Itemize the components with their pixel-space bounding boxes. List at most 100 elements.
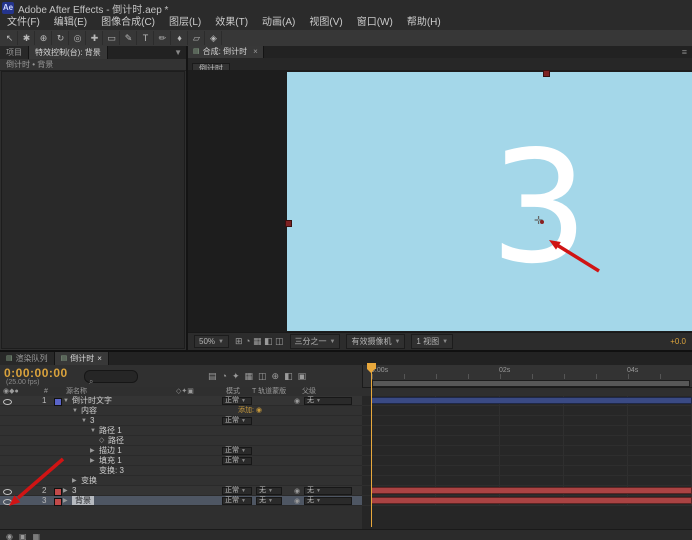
layer-duration-bar[interactable] (371, 497, 692, 504)
blend-mode-dropdown[interactable]: 正常 ▼ (222, 397, 252, 405)
pick-whip-icon[interactable]: ◉ (294, 497, 300, 505)
layer-row-3[interactable]: 3 ▶ 背景 正常 ▼ 无 ▼ ◉ 无 ▼ (0, 496, 692, 506)
property-name[interactable]: 内容 (81, 406, 97, 416)
property-row-6[interactable]: ▶ 填充 1 正常 ▼ (0, 456, 692, 466)
property-row-3[interactable]: ▼ 路径 1 (0, 426, 692, 436)
zoom-dropdown[interactable]: 50% ▼ (194, 335, 229, 348)
column-header-4[interactable]: 模式 (226, 387, 240, 396)
visibility-eye-icon[interactable] (3, 489, 12, 495)
pick-whip-icon[interactable]: ◉ (294, 397, 300, 405)
comp-view-icon-2[interactable]: ▦ (253, 336, 264, 346)
property-row-7[interactable]: 变换: 3 (0, 466, 692, 476)
comp-view-icon-0[interactable]: ⊞ (235, 336, 245, 346)
parent-dropdown[interactable]: 无 ▼ (304, 397, 352, 405)
menu-item-1[interactable]: 编辑(E) (47, 16, 94, 30)
property-row-8[interactable]: ▶ 变换 (0, 476, 692, 486)
zoom-tool-icon[interactable]: ⊕ (36, 31, 52, 45)
eraser-tool-icon[interactable]: ▱ (189, 31, 205, 45)
twirl-icon[interactable]: ▼ (90, 426, 96, 436)
visibility-eye-icon[interactable] (3, 499, 12, 505)
property-name[interactable]: 变换 (81, 476, 97, 486)
twirl-icon[interactable]: ▼ (63, 396, 69, 406)
menu-item-8[interactable]: 帮助(H) (400, 16, 448, 30)
property-row-4[interactable]: ◇ 路径 (0, 436, 692, 446)
menu-item-5[interactable]: 动画(A) (255, 16, 302, 30)
close-icon[interactable]: × (253, 46, 258, 58)
property-name[interactable]: 路径 (108, 436, 124, 446)
layer-handle-top[interactable] (543, 70, 550, 77)
current-timecode[interactable]: 0:00:00:00 (4, 366, 68, 380)
stopwatch-icon[interactable]: ◇ (99, 436, 104, 446)
timeline-toggle-icon-1[interactable]: ▣ (19, 532, 27, 540)
track-area[interactable] (362, 486, 692, 496)
track-area[interactable] (362, 466, 692, 476)
column-header-1[interactable]: # (44, 387, 48, 396)
pick-whip-icon[interactable]: ◉ (294, 487, 300, 495)
comp-view-icon-3[interactable]: ◧ (264, 336, 275, 346)
layer-color-swatch[interactable] (54, 398, 62, 406)
column-header-3[interactable]: ◇✦▣ (176, 387, 194, 396)
menu-item-3[interactable]: 图层(L) (162, 16, 208, 30)
property-row-5[interactable]: ▶ 描边 1 正常 ▼ (0, 446, 692, 456)
layer-color-swatch[interactable] (54, 498, 62, 506)
blend-mode-dropdown[interactable]: 正常 ▼ (222, 417, 252, 425)
property-row-1[interactable]: ▼ 内容 添加: ◉ (0, 406, 692, 416)
clone-stamp-tool-icon[interactable]: ♦ (172, 31, 188, 45)
pan-behind-tool-icon[interactable]: ✚ (87, 31, 103, 45)
twirl-icon[interactable]: ▶ (90, 456, 95, 466)
menu-item-6[interactable]: 视图(V) (302, 16, 349, 30)
property-name[interactable]: 变换: 3 (99, 466, 124, 476)
column-header-6[interactable]: 父级 (302, 387, 316, 396)
blend-mode-dropdown[interactable]: 正常 ▼ (222, 497, 252, 505)
selection-tool-icon[interactable]: ↖ (2, 31, 18, 45)
blend-mode-dropdown[interactable]: 正常 ▼ (222, 487, 252, 495)
layer-row-1[interactable]: 1 ▼ 倒计时文字 正常 ▼ ◉ 无 ▼ (0, 396, 692, 406)
twirl-icon[interactable]: ▶ (90, 446, 95, 456)
resolution-dropdown[interactable]: 三分之一 ▼ (289, 334, 341, 349)
view-layout-dropdown[interactable]: 1 视图 ▼ (411, 334, 454, 349)
tab-effect-controls[interactable]: 特效控制(台): 背景 (29, 46, 108, 59)
layer-row-2[interactable]: 2 ▶ 3 正常 ▼ 无 ▼ ◉ 无 ▼ (0, 486, 692, 496)
tab-project[interactable]: 项目 (0, 46, 29, 59)
comp-view-icon-1[interactable]: ◔ (245, 336, 253, 346)
mask-shape-tool-icon[interactable]: ▭ (104, 31, 120, 45)
track-area[interactable] (362, 476, 692, 486)
twirl-icon[interactable]: ▶ (63, 496, 68, 506)
timeline-option-icon-7[interactable]: ▣ (298, 370, 307, 382)
menu-item-0[interactable]: 文件(F) (0, 16, 47, 30)
twirl-icon[interactable]: ▼ (72, 406, 78, 416)
menu-item-4[interactable]: 效果(T) (208, 16, 255, 30)
layer-name[interactable]: 背景 (72, 496, 94, 505)
parent-dropdown[interactable]: 无 ▼ (304, 487, 352, 495)
timeline-toggle-icon-2[interactable]: ▦ (33, 532, 41, 540)
column-header-5[interactable]: T 轨道蒙版 (252, 387, 286, 396)
text-tool-icon[interactable]: T (138, 31, 154, 45)
add-shape-menu[interactable]: 添加: ◉ (238, 406, 262, 416)
blend-mode-dropdown[interactable]: 正常 ▼ (222, 457, 252, 465)
brush-tool-icon[interactable]: ✏ (155, 31, 171, 45)
property-name[interactable]: 路径 1 (99, 426, 122, 436)
trkmat-dropdown[interactable]: 无 ▼ (256, 497, 282, 505)
layer-duration-bar[interactable] (371, 487, 692, 494)
tab-composition[interactable]: ▤ 合成: 倒计时 × (188, 46, 264, 58)
twirl-icon[interactable]: ▼ (81, 416, 87, 426)
layer-color-swatch[interactable] (54, 488, 62, 496)
timeline-option-icon-1[interactable]: ◔ (222, 370, 227, 382)
panel-menu-icon[interactable]: ≡ (677, 46, 692, 58)
property-name[interactable]: 描边 1 (99, 446, 122, 456)
comp-view-icon-4[interactable]: ◫ (275, 336, 284, 346)
exposure-value[interactable]: +0.0 (670, 337, 686, 346)
blend-mode-dropdown[interactable]: 正常 ▼ (222, 447, 252, 455)
rotate-tool-icon[interactable]: ↻ (53, 31, 69, 45)
track-area[interactable] (362, 416, 692, 426)
close-icon[interactable]: × (97, 352, 102, 365)
twirl-icon[interactable]: ▶ (63, 486, 68, 496)
layer-name[interactable]: 倒计时文字 (72, 396, 112, 406)
timeline-option-icon-5[interactable]: ⊕ (272, 370, 280, 382)
visibility-eye-icon[interactable] (3, 399, 12, 405)
hand-tool-icon[interactable]: ✱ (19, 31, 35, 45)
twirl-icon[interactable]: ▶ (72, 476, 77, 486)
tab-render-queue[interactable]: ▤ 渲染队列 (0, 352, 55, 365)
property-name[interactable]: 填充 1 (99, 456, 122, 466)
panel-menu-icon[interactable]: ▼ (170, 46, 186, 59)
